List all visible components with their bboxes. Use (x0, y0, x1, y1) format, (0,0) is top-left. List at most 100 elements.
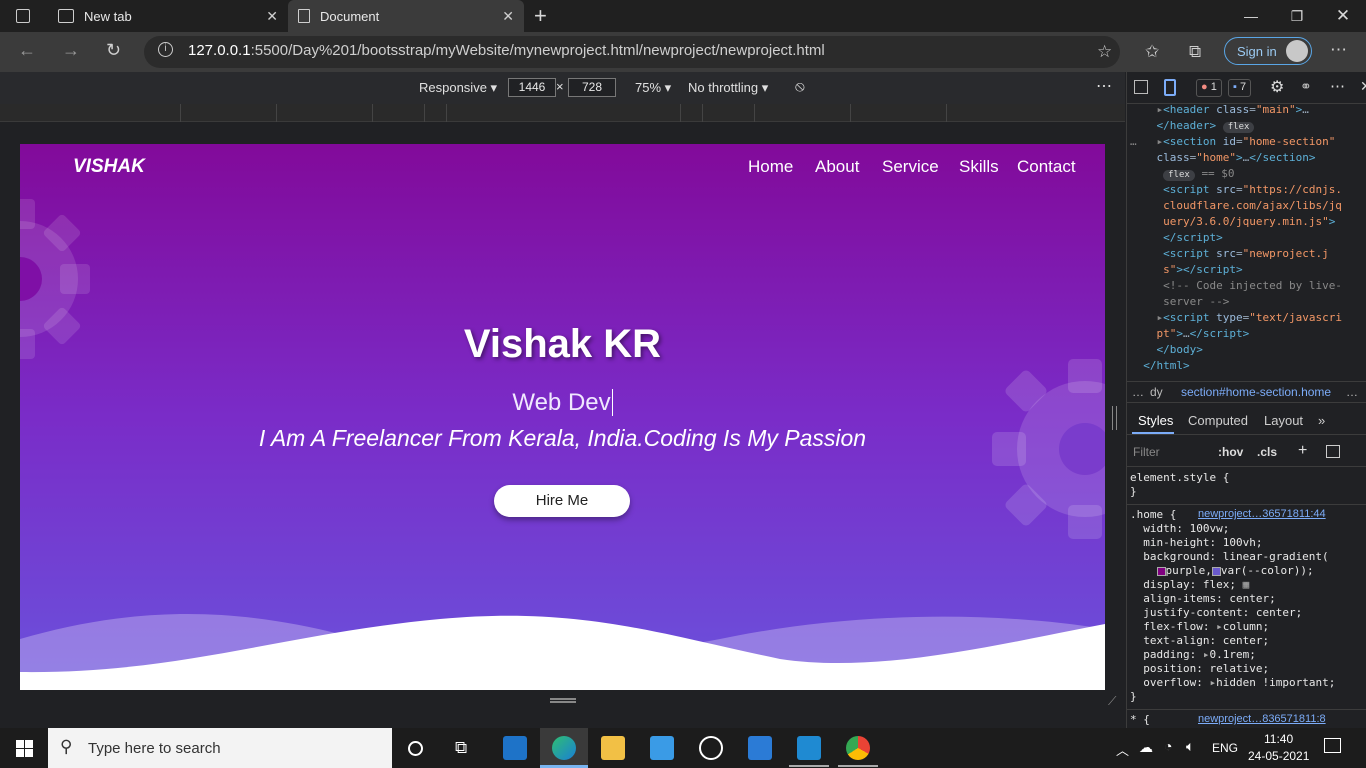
new-rule-icon[interactable]: + (1298, 442, 1307, 460)
input-language[interactable]: ENG (1212, 741, 1238, 755)
tray-chevron-icon[interactable]: ︿ (1116, 740, 1129, 759)
window-close-icon[interactable]: ✕ (1320, 0, 1366, 32)
wifi-icon[interactable]: ◔ (1164, 738, 1172, 754)
info-icon[interactable]: i (158, 42, 173, 57)
breadcrumb-more-icon[interactable]: … (1132, 385, 1144, 399)
nav-service[interactable]: Service (882, 157, 939, 177)
device-more-icon[interactable]: ⋯ (1096, 76, 1112, 96)
windows-start-icon[interactable] (16, 740, 33, 757)
chrome-icon[interactable] (846, 736, 870, 760)
message-count: 7 (1239, 81, 1247, 93)
error-badge[interactable]: ● 1 (1196, 79, 1222, 97)
app-icon[interactable] (699, 736, 723, 760)
tab-new-tab[interactable]: New tab ✕ (48, 0, 288, 32)
forward-icon[interactable]: → (62, 40, 80, 61)
cortana-icon[interactable] (408, 741, 423, 756)
refresh-icon[interactable]: ↻ (106, 40, 121, 61)
resize-handle[interactable] (550, 698, 576, 703)
app-underline (789, 765, 829, 767)
more-icon[interactable]: ⋯ (1330, 40, 1347, 60)
nav-contact[interactable]: Contact (1017, 157, 1076, 177)
more-tabs-icon[interactable]: » (1318, 413, 1325, 428)
rotate-icon[interactable]: ⦸ (795, 78, 805, 95)
breadcrumb-more-icon[interactable]: … (1346, 385, 1358, 399)
zoom-select[interactable]: 75% ▾ (635, 80, 671, 96)
tab-actions-icon[interactable] (16, 9, 30, 23)
ruler-segment (680, 104, 681, 122)
sign-in-button[interactable]: Sign in (1224, 37, 1312, 65)
width-input[interactable]: 1446 (508, 78, 556, 97)
zoom-label: 75% (635, 80, 662, 95)
hero-role: Web Dev (20, 389, 1105, 417)
edge-icon[interactable] (552, 736, 576, 760)
nav-skills[interactable]: Skills (959, 157, 999, 177)
mail-icon[interactable] (503, 736, 527, 760)
collections-icon[interactable]: ⧉ (1189, 42, 1201, 62)
volume-icon[interactable]: 🔈︎ (1186, 738, 1194, 755)
device-mode-select[interactable]: Responsive ▾ (419, 80, 497, 96)
breadcrumb-item-section[interactable]: section#home-section.home (1181, 385, 1331, 399)
breadcrumb-item-body[interactable]: dy (1150, 385, 1163, 399)
photos-icon[interactable] (748, 736, 772, 760)
home-source-link[interactable]: newproject…36571811:44 (1198, 508, 1326, 520)
hov-button[interactable]: :hov (1218, 445, 1243, 459)
title-bar: New tab ✕ Document ✕ + — ❐ ✕ (0, 0, 1366, 32)
breadcrumb: … dy section#home-section.home … (1126, 381, 1366, 403)
devtools-more-icon[interactable]: ⋯ (1330, 77, 1345, 95)
nav-about[interactable]: About (815, 157, 859, 177)
settings-gear-icon[interactable]: ⚙ (1270, 77, 1284, 97)
styles-filter-input[interactable]: Filter (1133, 445, 1160, 459)
device-toggle-icon[interactable] (1164, 79, 1176, 96)
nav-home[interactable]: Home (748, 157, 793, 177)
height-input[interactable]: 728 (568, 78, 616, 97)
favorites-icon[interactable]: ✩ (1145, 42, 1159, 62)
cls-button[interactable]: .cls (1257, 445, 1277, 459)
close-icon[interactable]: ✕ (266, 8, 278, 25)
purple-swatch[interactable] (1156, 566, 1166, 576)
notifications-icon[interactable] (1324, 738, 1341, 753)
home-style-rule[interactable]: .home { width: 100vw; min-height: 100vh;… (1130, 508, 1335, 704)
maximize-icon[interactable]: ❐ (1274, 0, 1320, 32)
star-source-link[interactable]: newproject…836571811:8 (1198, 713, 1326, 725)
store-icon[interactable] (650, 736, 674, 760)
tab-styles[interactable]: Styles (1138, 413, 1173, 428)
close-icon[interactable]: ✕ (502, 8, 514, 25)
file-explorer-icon[interactable] (601, 736, 625, 760)
new-tab-icon[interactable]: + (534, 3, 547, 29)
split-handle[interactable] (1112, 406, 1117, 430)
onedrive-icon[interactable]: ☁ (1139, 739, 1153, 756)
search-placeholder: Type here to search (88, 740, 221, 757)
tab-layout[interactable]: Layout (1264, 413, 1303, 428)
star-selector[interactable]: * { (1130, 713, 1150, 727)
corner-resize-icon[interactable]: ⟋ (1108, 694, 1116, 709)
home-selector: .home { (1130, 508, 1177, 521)
media-query-bar[interactable] (0, 104, 1125, 122)
add-favorite-icon[interactable]: ☆ (1097, 42, 1112, 62)
url-host: 127.0.0.1 (188, 42, 251, 59)
url-text[interactable]: 127.0.0.1:5500/Day%201/bootsstrap/myWebs… (188, 42, 825, 59)
message-badge[interactable]: ▪ 7 (1228, 79, 1252, 97)
back-icon[interactable]: ← (18, 40, 36, 61)
hero-name: Vishak KR (463, 322, 662, 366)
sidebar-toggle-icon[interactable] (1326, 445, 1340, 458)
error-count: 1 (1210, 81, 1217, 93)
devtools-close-icon[interactable]: ✕ (1360, 78, 1366, 95)
tab-document[interactable]: Document ✕ (288, 0, 524, 32)
minimize-icon[interactable]: — (1228, 0, 1274, 32)
element-style-rule[interactable]: element.style { } (1130, 471, 1229, 499)
throttling-select[interactable]: No throttling ▾ (688, 80, 768, 96)
clock-time[interactable]: 11:40 (1264, 732, 1293, 746)
task-view-icon[interactable]: ⧉ (455, 738, 467, 758)
url-path: :5500/Day%201/bootsstrap/myWebsite/mynew… (250, 42, 825, 59)
inspect-icon[interactable] (1134, 80, 1148, 94)
color-var-swatch[interactable] (1211, 566, 1221, 576)
site-logo[interactable]: VISHAK (73, 156, 145, 178)
tab-computed[interactable]: Computed (1188, 413, 1248, 428)
clock-date[interactable]: 24-05-2021 (1248, 749, 1309, 763)
hire-me-button[interactable]: Hire Me (494, 485, 630, 517)
ruler-segment (424, 104, 425, 122)
customize-icon[interactable]: ⚭ (1300, 78, 1312, 95)
vscode-icon[interactable] (797, 736, 821, 760)
dom-tree[interactable]: ▸<header class="main">… </header> flex …… (1130, 102, 1342, 374)
taskbar-search-input[interactable]: ⚲ Type here to search (48, 728, 392, 768)
